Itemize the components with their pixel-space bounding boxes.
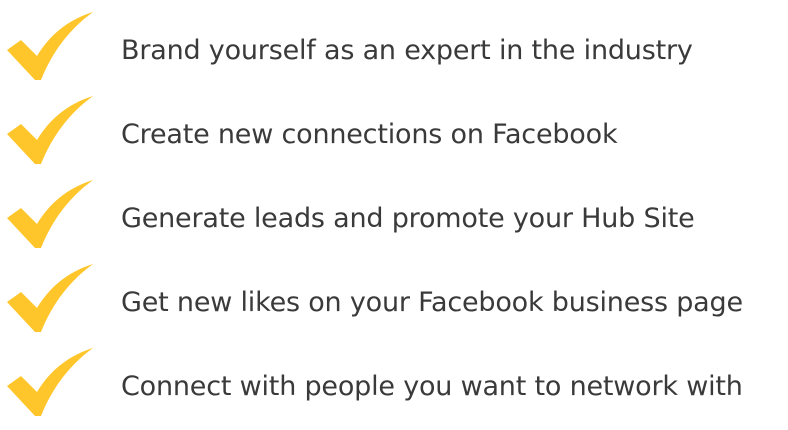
list-item: Generate leads and promote your Hub Site <box>0 178 788 262</box>
list-item: Get new likes on your Facebook business … <box>0 262 788 346</box>
checkmark-icon <box>3 94 95 166</box>
checkmark-icon <box>3 178 95 250</box>
list-item-label: Create new connections on Facebook <box>121 119 618 150</box>
checkmark-icon <box>3 346 95 418</box>
list-item: Brand yourself as an expert in the indus… <box>0 10 788 94</box>
list-item: Connect with people you want to network … <box>0 346 788 430</box>
benefits-checklist: Brand yourself as an expert in the indus… <box>0 0 788 423</box>
list-item-label: Brand yourself as an expert in the indus… <box>121 35 693 66</box>
list-item-label: Generate leads and promote your Hub Site <box>121 203 695 234</box>
list-item-label: Get new likes on your Facebook business … <box>121 287 743 318</box>
checkmark-icon <box>3 10 95 82</box>
list-item-label: Connect with people you want to network … <box>121 371 743 402</box>
list-item: Create new connections on Facebook <box>0 94 788 178</box>
checkmark-icon <box>3 262 95 334</box>
